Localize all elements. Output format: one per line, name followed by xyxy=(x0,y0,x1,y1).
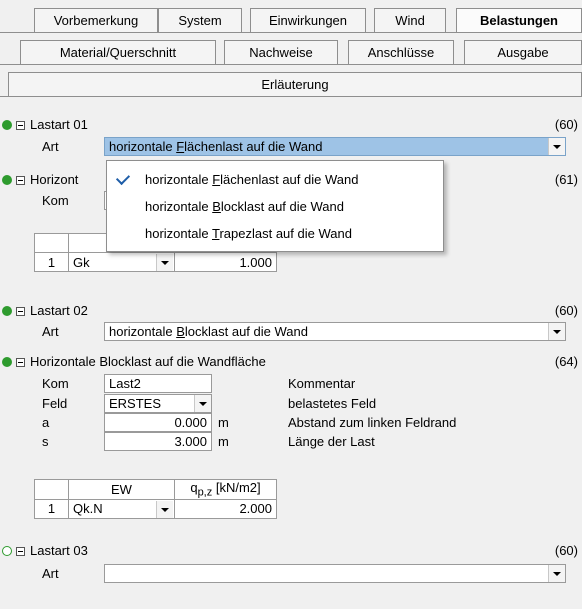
grid-header-q: qp,z [kN/m2] xyxy=(174,479,277,500)
tab-einwirkungen[interactable]: Einwirkungen xyxy=(250,8,366,32)
kom-field[interactable]: Last2 xyxy=(104,374,212,393)
kom-label: Kom xyxy=(42,376,69,391)
tab-wind[interactable]: Wind xyxy=(374,8,446,32)
feld-desc: belastetes Feld xyxy=(288,396,377,411)
section-title: Horizont xyxy=(30,172,79,187)
s-field[interactable]: 3.000 xyxy=(104,432,212,451)
value-cell[interactable]: 1.000 xyxy=(174,252,277,272)
chevron-down-icon[interactable] xyxy=(548,565,565,582)
art-select[interactable]: horizontale Flächenlast auf die Wand xyxy=(104,137,566,156)
collapse-icon[interactable] xyxy=(16,307,25,316)
dropdown-item-blocklast[interactable]: horizontale Blocklast auf die Wand xyxy=(107,194,443,220)
dropdown-item-trapezlast[interactable]: horizontale Trapezlast auf die Wand xyxy=(107,221,443,247)
section-count: (60) xyxy=(554,543,578,558)
tab-anschluesse[interactable]: Anschlüsse xyxy=(348,40,454,64)
a-desc: Abstand zum linken Feldrand xyxy=(288,415,457,430)
section-count: (60) xyxy=(554,117,578,132)
collapse-icon[interactable] xyxy=(16,176,25,185)
tab-ausgabe[interactable]: Ausgabe xyxy=(464,40,582,64)
art-label: Art xyxy=(42,139,59,154)
row-index: 1 xyxy=(34,498,69,519)
value-cell[interactable]: 2.000 xyxy=(174,498,277,519)
check-icon xyxy=(115,170,131,186)
section-title: Horizontale Blocklast auf die Wandfläche xyxy=(30,354,266,369)
art-select[interactable]: horizontale Blocklast auf die Wand xyxy=(104,322,566,341)
collapse-icon[interactable] xyxy=(16,121,25,130)
chevron-down-icon[interactable] xyxy=(548,138,565,155)
collapse-icon[interactable] xyxy=(16,547,25,556)
tab-row-1: Vorbemerkung System Einwirkungen Wind Be… xyxy=(0,8,582,32)
grid-header-ew: EW xyxy=(68,479,175,500)
status-dot-icon xyxy=(2,306,12,316)
kom-label: Kom xyxy=(42,193,69,208)
a-label: a xyxy=(42,415,50,430)
art-label: Art xyxy=(42,566,59,581)
a-field[interactable]: 0.000 xyxy=(104,413,212,432)
section-title: Lastart 03 xyxy=(30,543,88,558)
feld-label: Feld xyxy=(42,396,68,411)
ew-cell[interactable]: Gk xyxy=(68,252,175,272)
tab-row-2: Material/Querschnitt Nachweise Anschlüss… xyxy=(0,40,582,64)
chevron-down-icon[interactable] xyxy=(156,254,173,271)
tab-system[interactable]: System xyxy=(158,8,242,32)
feld-select[interactable]: ERSTES xyxy=(104,394,212,413)
row-index: 1 xyxy=(34,252,69,272)
chevron-down-icon[interactable] xyxy=(194,395,211,412)
s-desc: Länge der Last xyxy=(288,434,375,449)
dropdown-item-flaechenlast[interactable]: horizontale Flächenlast auf die Wand xyxy=(107,167,443,193)
a-unit: m xyxy=(218,415,229,430)
tab-row-3: Erläuterung xyxy=(0,72,582,96)
chevron-down-icon[interactable] xyxy=(548,323,565,340)
section-count: (60) xyxy=(554,303,578,318)
s-unit: m xyxy=(218,434,229,449)
section-count: (61) xyxy=(554,172,578,187)
section-title: Lastart 01 xyxy=(30,117,88,132)
tab-divider xyxy=(0,32,582,33)
art-label: Art xyxy=(42,324,59,339)
collapse-icon[interactable] xyxy=(16,358,25,367)
tab-vorbemerkung[interactable]: Vorbemerkung xyxy=(34,8,158,32)
ew-cell[interactable]: Qk.N xyxy=(68,498,175,519)
status-dot-icon xyxy=(2,357,12,367)
tab-divider xyxy=(0,64,582,65)
status-dot-icon xyxy=(2,546,12,556)
value-grid: EW qp,z [kN/m2] 1 Qk.N 2.000 xyxy=(34,479,277,519)
section-count: (64) xyxy=(554,354,578,369)
kom-desc: Kommentar xyxy=(288,376,356,391)
section-title: Lastart 02 xyxy=(30,303,88,318)
art-dropdown-list: horizontale Flächenlast auf die Wand hor… xyxy=(106,160,444,252)
tab-nachweise[interactable]: Nachweise xyxy=(224,40,338,64)
status-dot-icon xyxy=(2,120,12,130)
s-label: s xyxy=(42,434,49,449)
content-top-border xyxy=(0,96,582,97)
tab-belastungen[interactable]: Belastungen xyxy=(456,8,582,32)
art-select[interactable] xyxy=(104,564,566,583)
tab-material-querschnitt[interactable]: Material/Querschnitt xyxy=(20,40,216,64)
chevron-down-icon[interactable] xyxy=(156,500,173,518)
status-dot-icon xyxy=(2,175,12,185)
tab-erlaeuterung[interactable]: Erläuterung xyxy=(8,72,582,96)
